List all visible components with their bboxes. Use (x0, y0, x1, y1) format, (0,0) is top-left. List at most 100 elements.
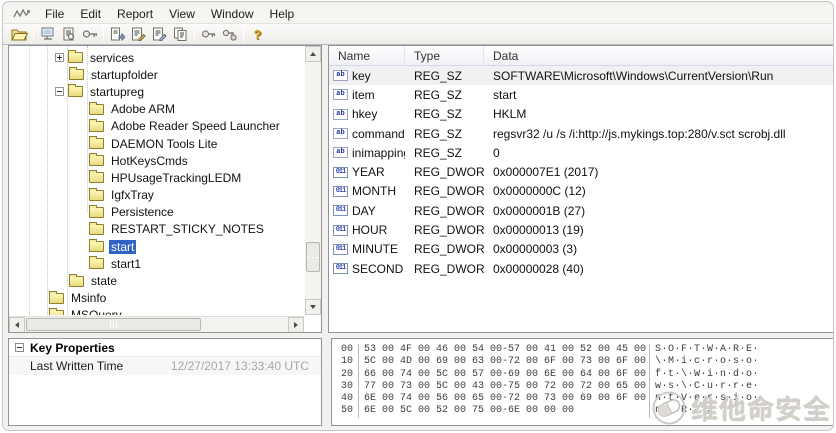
tree-horizontal-scrollbar[interactable] (9, 316, 304, 332)
open-folder-icon (89, 241, 104, 252)
watermark: 维他命安全 (650, 389, 832, 427)
folder-icon (68, 86, 83, 97)
tree-item-startupreg[interactable]: startupreg (9, 83, 304, 100)
folder-icon (49, 310, 64, 315)
expand-minus-icon[interactable] (55, 87, 64, 96)
string-value-icon (333, 89, 348, 100)
hex-row: 2066 00 74 00 5C 00 57 00-69 00 6E 00 64… (338, 369, 834, 381)
value-row-inimapping[interactable]: inimappingREG_SZ0 (329, 143, 834, 162)
thumb-grip (27, 319, 200, 330)
thumb-grip (307, 243, 319, 271)
tree-item-state[interactable]: state (9, 272, 304, 289)
tree-item-msinfo[interactable]: Msinfo (9, 290, 304, 307)
string-value-icon (333, 147, 348, 158)
app-icon (13, 7, 31, 21)
release-key-icon[interactable] (219, 25, 240, 43)
toolbar-separator (103, 27, 104, 42)
values-header-row: Name Type Data (329, 46, 834, 66)
up-arrow-icon (310, 52, 316, 56)
folder-icon (49, 293, 64, 304)
string-value-icon (333, 109, 348, 120)
toolbar-separator (243, 27, 244, 42)
column-header-type[interactable]: Type (405, 46, 484, 65)
dword-value-icon (333, 186, 348, 197)
manage-key-icon[interactable] (198, 25, 219, 43)
tree-item-igfxtray[interactable]: IgfxTray (9, 187, 304, 204)
value-row-day[interactable]: DAYREG_DWOR...0x0000001B (27) (329, 201, 834, 220)
value-row-item[interactable]: itemREG_SZstart (329, 85, 834, 104)
tree-item-persistence[interactable]: Persistence (9, 204, 304, 221)
tree-item-hpusagetrackingledm[interactable]: HPUsageTrackingLEDM (9, 169, 304, 186)
tree-item-restart-sticky-notes[interactable]: RESTART_STICKY_NOTES (9, 221, 304, 238)
menu-file[interactable]: File (37, 5, 72, 23)
tree-item-adobe-reader-speed-launcher[interactable]: Adobe Reader Speed Launcher (9, 118, 304, 135)
down-arrow-icon (310, 305, 316, 309)
property-label: Last Written Time (9, 359, 123, 373)
folder-icon (89, 207, 104, 218)
dword-value-icon (333, 167, 348, 178)
scroll-right-button[interactable] (288, 317, 304, 333)
help-icon[interactable]: ? (247, 25, 268, 43)
tree-item-start1[interactable]: start1 (9, 255, 304, 272)
string-value-icon (333, 128, 348, 139)
collapse-icon[interactable] (15, 343, 24, 352)
common-areas-report-icon[interactable] (37, 25, 58, 43)
value-row-year[interactable]: YEARREG_DWOR...0x000007E1 (2017) (329, 162, 834, 181)
report-preview-icon[interactable] (58, 25, 79, 43)
value-row-command[interactable]: commandREG_SZregsvr32 /u /s /i:http://js… (329, 124, 834, 143)
tree-item-msquery[interactable]: MSQuery (9, 307, 304, 315)
folder-icon (89, 190, 104, 201)
menu-window[interactable]: Window (203, 5, 262, 23)
edit-report-icon[interactable] (149, 25, 170, 43)
scroll-up-button[interactable] (305, 46, 321, 62)
tree-item-hotkeyscmds[interactable]: HotKeysCmds (9, 152, 304, 169)
access-key-icon[interactable] (79, 25, 100, 43)
values-list-pane: Name Type Data keyREG_SZSOFTWARE\Microso… (328, 45, 834, 333)
value-row-second[interactable]: SECONDREG_DWOR...0x00000028 (40) (329, 259, 834, 278)
folder-icon (89, 155, 104, 166)
toolbar: ? (3, 24, 833, 45)
key-properties-title: Key Properties (30, 341, 115, 355)
toolbar-separator (33, 27, 34, 42)
folder-icon (89, 104, 104, 115)
menu-view[interactable]: View (161, 5, 203, 23)
expand-plus-icon[interactable] (55, 53, 64, 62)
watermark-text: 维他命安全 (692, 390, 832, 427)
generate-report-icon[interactable] (128, 25, 149, 43)
string-value-icon (333, 70, 348, 81)
column-header-data[interactable]: Data (484, 46, 834, 65)
scroll-left-button[interactable] (9, 317, 25, 333)
export-document-icon[interactable] (107, 25, 128, 43)
value-row-hkey[interactable]: hkeyREG_SZHKLM (329, 105, 834, 124)
copy-report-icon[interactable] (170, 25, 191, 43)
key-properties-header: Key Properties (9, 339, 321, 357)
toolbar-separator (194, 27, 195, 42)
value-row-hour[interactable]: HOURREG_DWOR...0x00000013 (19) (329, 220, 834, 239)
menu-report[interactable]: Report (109, 5, 161, 23)
folder-icon (69, 276, 84, 287)
value-row-month[interactable]: MONTHREG_DWOR...0x0000000C (12) (329, 182, 834, 201)
tree-item-daemon-tools-lite[interactable]: DAEMON Tools Lite (9, 135, 304, 152)
folder-icon (68, 52, 83, 63)
tree-item-start-selected[interactable]: start (9, 238, 304, 255)
dword-value-icon (333, 244, 348, 255)
horizontal-scroll-thumb[interactable] (26, 318, 201, 331)
tree-item-adobe-arm[interactable]: Adobe ARM (9, 101, 304, 118)
vertical-scroll-thumb[interactable] (306, 242, 320, 272)
vitamin-logo-icon (650, 389, 688, 427)
menu-help[interactable]: Help (262, 5, 303, 23)
property-row-last-written[interactable]: Last Written Time 12/27/2017 13:33:40 UT… (9, 357, 321, 375)
tree-item-startupfolder[interactable]: startupfolder (9, 66, 304, 83)
tree-item-services[interactable]: services (9, 49, 304, 66)
value-row-minute[interactable]: MINUTEREG_DWOR...0x00000003 (3) (329, 240, 834, 259)
value-row-key[interactable]: keyREG_SZSOFTWARE\Microsoft\Windows\Curr… (329, 66, 834, 85)
tree-vertical-scrollbar[interactable] (305, 46, 321, 315)
folder-icon (89, 172, 104, 183)
dword-value-icon (333, 225, 348, 236)
scroll-down-button[interactable] (305, 299, 321, 315)
registry-tree-pane: services startupfolder startupreg Adobe … (8, 45, 322, 333)
menu-edit[interactable]: Edit (72, 5, 109, 23)
hex-row: 0053 00 4F 00 46 00 54 00-57 00 41 00 52… (338, 344, 834, 356)
column-header-name[interactable]: Name (329, 46, 405, 65)
open-file-icon[interactable] (9, 25, 30, 43)
